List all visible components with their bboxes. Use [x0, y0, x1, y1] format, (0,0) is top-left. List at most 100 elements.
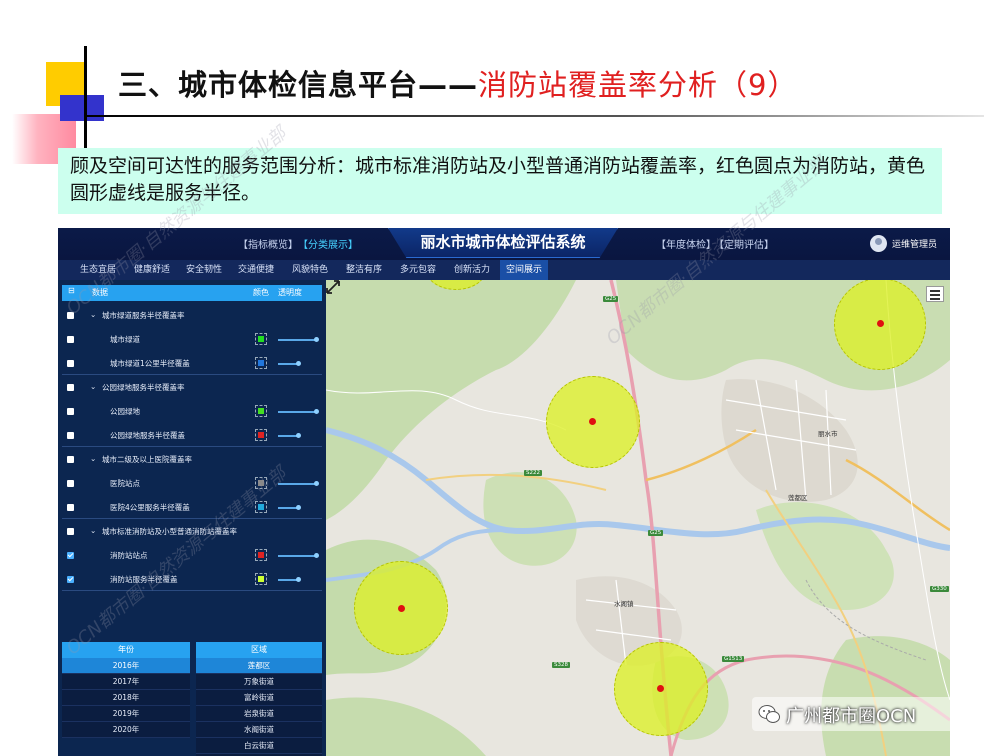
layer-group[interactable]: ⌄ 公园绿地服务半径覆盖率: [62, 376, 322, 400]
chevron-down-icon[interactable]: ⌄: [90, 526, 96, 535]
tab-health[interactable]: 健康舒适: [134, 260, 170, 280]
year-item[interactable]: 2018年: [62, 690, 190, 706]
tab-traffic[interactable]: 交通便捷: [238, 260, 274, 280]
area-item[interactable]: 水阁街道: [196, 722, 322, 738]
layer-panel-header: ⊟ 数据 颜色 透明度: [62, 285, 322, 301]
layer-group[interactable]: ⌄ 城市标准消防站及小型普通消防站覆盖率: [62, 520, 322, 544]
user-name[interactable]: 运维管理员: [892, 237, 937, 250]
tab-eco-livable[interactable]: 生态宜居: [80, 260, 116, 280]
color-swatch[interactable]: [255, 477, 267, 489]
layer-group-checkbox[interactable]: [67, 312, 74, 319]
user-avatar-icon[interactable]: [870, 235, 887, 252]
opacity-slider-handle[interactable]: [314, 409, 319, 414]
opacity-slider[interactable]: [278, 483, 316, 485]
color-swatch[interactable]: [255, 429, 267, 441]
layer-switch-icon[interactable]: [926, 286, 944, 302]
layer-group-label: 城市标准消防站及小型普通消防站覆盖率: [102, 527, 237, 536]
layer-group-label: 城市二级及以上医院覆盖率: [102, 455, 192, 464]
collapse-icon[interactable]: ⊟: [68, 286, 75, 295]
opacity-slider[interactable]: [278, 555, 316, 557]
tab-innovation[interactable]: 创新活力: [454, 260, 490, 280]
chevron-down-icon[interactable]: ⌄: [90, 310, 96, 319]
layer-item-checkbox[interactable]: [67, 408, 74, 415]
layer-group-checkbox[interactable]: [67, 384, 74, 391]
layer-item[interactable]: 医院站点: [62, 472, 322, 496]
layer-group[interactable]: ⌄ 城市二级及以上医院覆盖率: [62, 448, 322, 472]
nav-category-display[interactable]: 【分类展示】: [298, 236, 358, 251]
layer-item-label: 医院4公里服务半径覆盖: [110, 503, 190, 512]
app-window: 【指标概览】 【分类展示】 丽水市城市体检评估系统 【年度体检】 【定期评估】 …: [58, 228, 950, 756]
nav-annual-check[interactable]: 【年度体检】: [656, 236, 716, 251]
opacity-slider-handle[interactable]: [296, 577, 301, 582]
layer-item[interactable]: 公园绿地: [62, 400, 322, 424]
opacity-slider[interactable]: [278, 339, 316, 341]
area-item[interactable]: 万象街道: [196, 674, 322, 690]
tab-order[interactable]: 整洁有序: [346, 260, 382, 280]
fullscreen-icon[interactable]: [326, 280, 340, 294]
map-view[interactable]: 丽水市 莲都区 水阁镇 G25 S222 G25 S328 G1513 G330: [326, 280, 950, 756]
layer-item-checkbox[interactable]: [67, 576, 74, 583]
layer-item[interactable]: 城市绿道1公里半径覆盖: [62, 352, 322, 376]
nav-indicator-overview[interactable]: 【指标概览】: [238, 236, 298, 251]
chevron-down-icon[interactable]: ⌄: [90, 382, 96, 391]
year-item[interactable]: 2016年: [62, 658, 190, 674]
opacity-slider[interactable]: [278, 435, 298, 437]
fire-station-point[interactable]: [398, 605, 405, 612]
opacity-slider-handle[interactable]: [296, 505, 301, 510]
opacity-slider-handle[interactable]: [314, 337, 319, 342]
tab-safety[interactable]: 安全韧性: [186, 260, 222, 280]
layer-item-checkbox[interactable]: [67, 480, 74, 487]
color-swatch[interactable]: [255, 357, 267, 369]
slide-title-main: 三、城市体检信息平台——: [118, 68, 479, 102]
tab-inclusive[interactable]: 多元包容: [400, 260, 436, 280]
layer-item-checkbox[interactable]: [67, 504, 74, 511]
road-sign: G25: [603, 296, 619, 302]
layer-item-checkbox[interactable]: [67, 432, 74, 439]
opacity-slider[interactable]: [278, 507, 298, 509]
fire-station-point[interactable]: [589, 418, 596, 425]
chevron-down-icon[interactable]: ⌄: [90, 454, 96, 463]
layer-item[interactable]: 消防站服务半径覆盖: [62, 568, 322, 592]
opacity-slider-handle[interactable]: [296, 433, 301, 438]
color-swatch[interactable]: [255, 573, 267, 585]
opacity-slider-handle[interactable]: [314, 553, 319, 558]
area-item[interactable]: 岩泉街道: [196, 706, 322, 722]
description-text: 顾及空间可达性的服务范围分析：城市标准消防站及小型普通消防站覆盖率，红色圆点为消…: [70, 155, 926, 204]
layer-item-checkbox[interactable]: [67, 336, 74, 343]
area-item[interactable]: 富岭街道: [196, 690, 322, 706]
layer-item-checkbox[interactable]: [67, 360, 74, 367]
app-topbar: 【指标概览】 【分类展示】 丽水市城市体检评估系统 【年度体检】 【定期评估】 …: [58, 228, 950, 260]
opacity-slider[interactable]: [278, 363, 298, 365]
color-swatch[interactable]: [255, 501, 267, 513]
layer-group-checkbox[interactable]: [67, 528, 74, 535]
description-box: 顾及空间可达性的服务范围分析：城市标准消防站及小型普通消防站覆盖率，红色圆点为消…: [58, 148, 942, 214]
year-item[interactable]: 2019年: [62, 706, 190, 722]
layer-group[interactable]: ⌄ 城市绿道服务半径覆盖率: [62, 304, 322, 328]
fire-station-point[interactable]: [657, 685, 664, 692]
nav-periodic-eval[interactable]: 【定期评估】: [714, 236, 774, 251]
layer-item[interactable]: 城市绿道: [62, 328, 322, 352]
opacity-slider-handle[interactable]: [296, 361, 301, 366]
color-swatch[interactable]: [255, 333, 267, 345]
area-item[interactable]: 白云街道: [196, 738, 322, 754]
map-label-town: 水阁镇: [614, 600, 634, 608]
layer-item-checkbox[interactable]: [67, 552, 74, 559]
brand-badge: 广州都市圈OCN: [752, 697, 982, 731]
map-label-city: 丽水市: [818, 430, 838, 438]
opacity-slider[interactable]: [278, 579, 298, 581]
color-swatch[interactable]: [255, 549, 267, 561]
fire-station-point[interactable]: [877, 320, 884, 327]
layer-item[interactable]: 消防站站点: [62, 544, 322, 568]
color-swatch[interactable]: [255, 405, 267, 417]
year-item[interactable]: 2017年: [62, 674, 190, 690]
layer-item[interactable]: 公园绿地服务半径覆盖: [62, 424, 322, 448]
area-item[interactable]: 莲都区: [196, 658, 322, 674]
tab-spatial-display[interactable]: 空间展示: [500, 260, 549, 280]
tab-style[interactable]: 风貌特色: [292, 260, 328, 280]
layer-item[interactable]: 医院4公里服务半径覆盖: [62, 496, 322, 520]
year-item[interactable]: 2020年: [62, 722, 190, 738]
opacity-slider[interactable]: [278, 411, 316, 413]
opacity-slider-handle[interactable]: [314, 481, 319, 486]
header-data: 数据: [92, 288, 108, 297]
layer-group-checkbox[interactable]: [67, 456, 74, 463]
